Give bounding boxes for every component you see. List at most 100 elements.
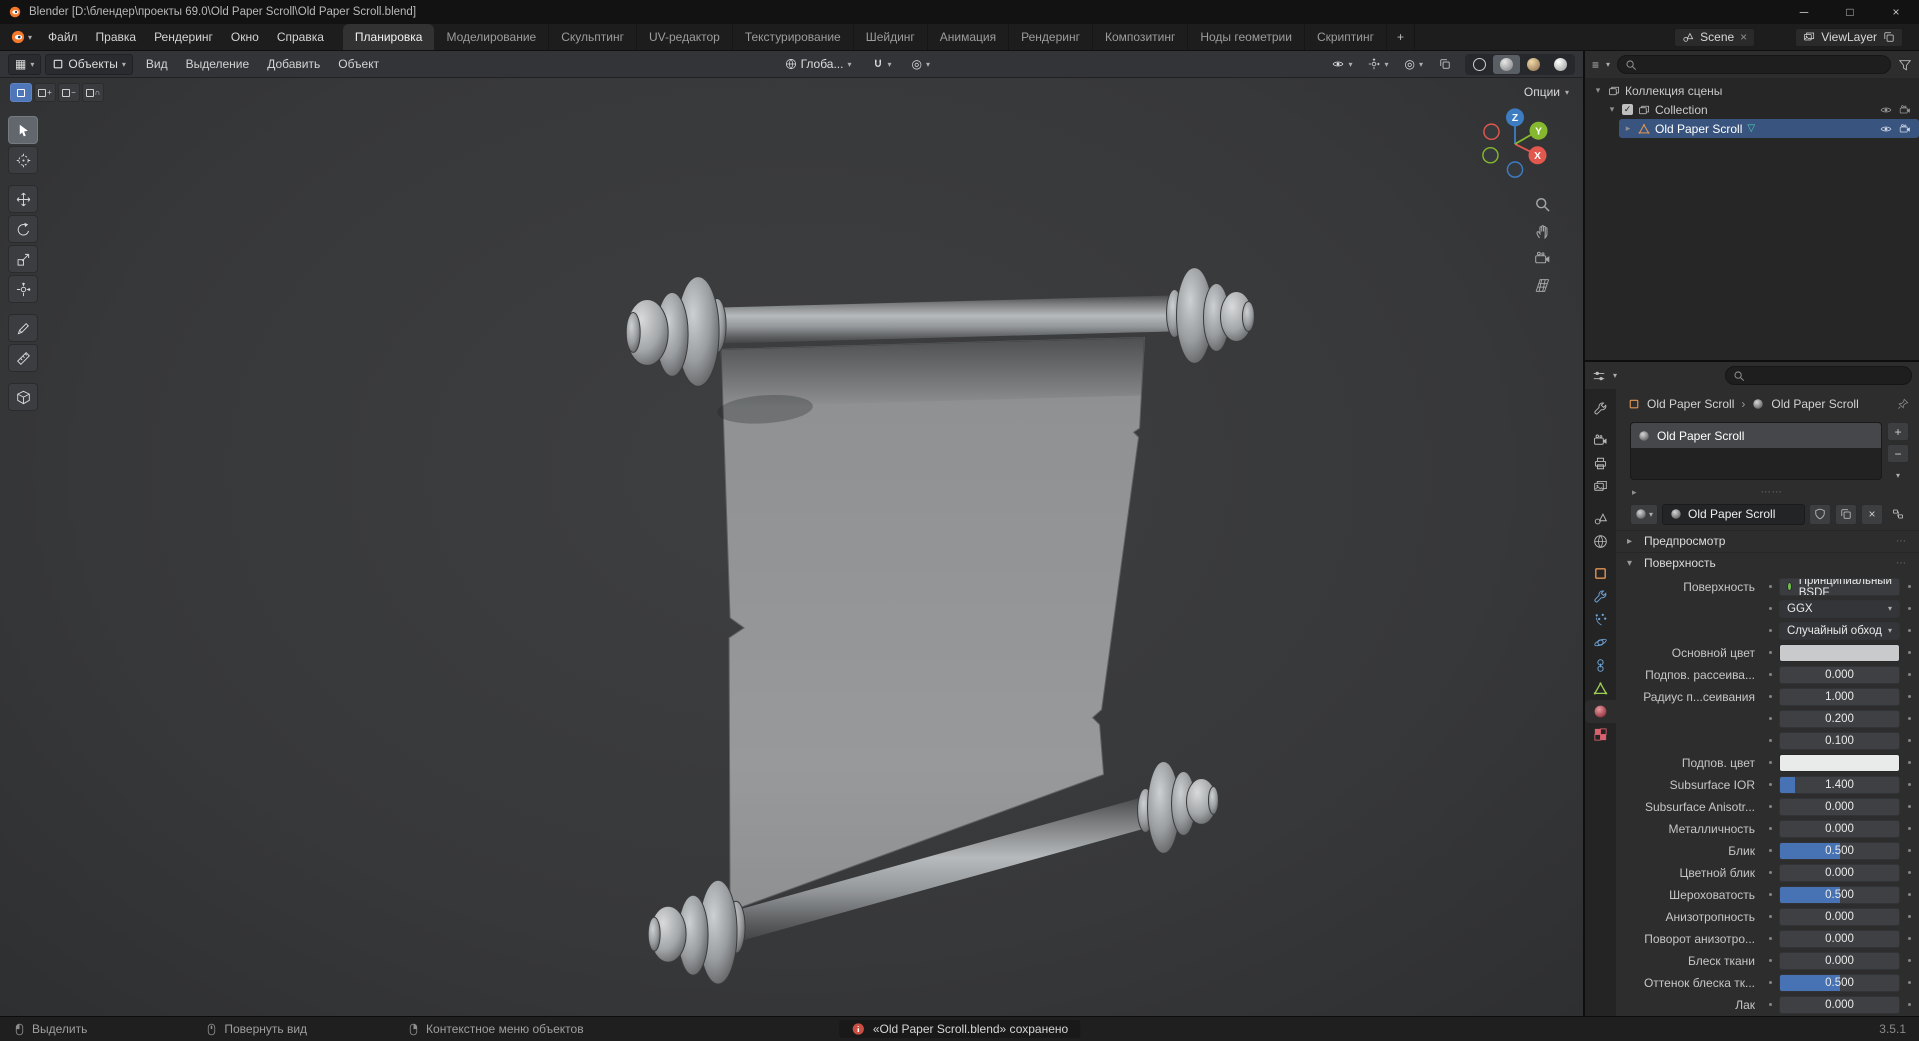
hide-eye-icon[interactable] — [1880, 123, 1892, 135]
number-field[interactable]: 0.500 — [1779, 841, 1900, 860]
pin-icon[interactable] — [1897, 398, 1909, 410]
animate-dot[interactable] — [1903, 1003, 1915, 1006]
number-field[interactable]: 0.000 — [1779, 819, 1900, 838]
material-name-field[interactable]: Old Paper Scroll — [1662, 503, 1805, 525]
material-slot-list[interactable]: Old Paper Scroll — [1630, 422, 1882, 480]
decorator-dot[interactable] — [1764, 783, 1776, 786]
decorator-dot[interactable] — [1764, 1003, 1776, 1006]
decorator-dot[interactable] — [1764, 673, 1776, 676]
outliner-row-scene-collection[interactable]: ▾ Коллекция сцены — [1585, 81, 1919, 100]
hide-eye-icon[interactable] — [1880, 104, 1892, 116]
properties-tab-tool[interactable] — [1585, 397, 1616, 420]
tool-rotate[interactable] — [8, 215, 38, 243]
pan-hand-icon[interactable] — [1534, 223, 1551, 240]
properties-editor-icon[interactable] — [1592, 369, 1606, 383]
decorator-dot[interactable] — [1764, 695, 1776, 698]
properties-tab-object[interactable] — [1585, 562, 1616, 585]
animate-dot[interactable] — [1903, 629, 1915, 632]
fake-user-button[interactable] — [1809, 503, 1831, 525]
select-mode-2[interactable]: − — [58, 83, 80, 102]
tool-annotate[interactable] — [8, 314, 38, 342]
workspace-tab[interactable]: Скриптинг — [1305, 24, 1387, 50]
camera-view-icon[interactable] — [1534, 250, 1551, 267]
animate-dot[interactable] — [1903, 893, 1915, 896]
number-field[interactable]: 0.000 — [1779, 929, 1900, 948]
shader-button[interactable]: Принципиальный BSDF — [1779, 577, 1900, 596]
animate-dot[interactable] — [1903, 585, 1915, 588]
viewport-menu[interactable]: Объект — [329, 57, 388, 71]
properties-tab-particles[interactable] — [1585, 608, 1616, 631]
shading-solid-button[interactable] — [1493, 54, 1520, 74]
disable-render-icon[interactable] — [1899, 123, 1911, 135]
outliner-editor-icon[interactable]: ≡ — [1592, 58, 1599, 72]
viewport-options-dropdown[interactable]: Опции ▾ — [1524, 85, 1569, 99]
gizmo-neg-y-handle[interactable] — [1482, 146, 1499, 164]
menu-item[interactable]: Файл — [39, 24, 87, 50]
minimize-button[interactable]: ─ — [1781, 0, 1827, 24]
properties-tab-data[interactable] — [1585, 677, 1616, 700]
navigation-gizmo[interactable]: Z Y X — [1471, 100, 1559, 188]
animate-dot[interactable] — [1903, 827, 1915, 830]
proportional-editing-toggle[interactable]: ◎ ▾ — [906, 54, 937, 75]
decorator-dot[interactable] — [1764, 629, 1776, 632]
toggle-xray-button[interactable] — [1433, 54, 1457, 75]
add-workspace-button[interactable]: + — [1387, 24, 1415, 50]
resize-grip-icon[interactable]: ⋯⋯ — [1761, 487, 1783, 498]
breadcrumb-material[interactable]: Old Paper Scroll — [1771, 397, 1858, 411]
tool-move[interactable] — [8, 185, 38, 213]
decorator-dot[interactable] — [1764, 739, 1776, 742]
workspace-tab[interactable]: Анимация — [928, 24, 1010, 50]
properties-tab-constraints[interactable] — [1585, 654, 1616, 677]
number-field[interactable]: 0.000 — [1779, 863, 1900, 882]
workspace-tab[interactable]: Ноды геометрии — [1188, 24, 1305, 50]
editor-type-button[interactable]: ▦ ▾ — [8, 53, 42, 75]
number-field[interactable]: 0.000 — [1779, 995, 1900, 1014]
browse-material-button[interactable]: ▾ — [1630, 503, 1659, 525]
slot-list-grip[interactable]: ▸ ⋯⋯ — [1616, 485, 1919, 499]
decorator-dot[interactable] — [1764, 651, 1776, 654]
properties-tab-material[interactable] — [1585, 700, 1616, 723]
animate-dot[interactable] — [1903, 871, 1915, 874]
add-slot-button[interactable]: + — [1887, 422, 1909, 441]
properties-tab-output[interactable] — [1585, 452, 1616, 475]
tool-transform[interactable] — [8, 275, 38, 303]
disable-render-icon[interactable] — [1899, 104, 1911, 116]
decorator-dot[interactable] — [1764, 849, 1776, 852]
menu-item[interactable]: Правка — [87, 24, 146, 50]
menu-item[interactable]: Окно — [222, 24, 268, 50]
remove-slot-button[interactable]: − — [1887, 444, 1909, 463]
properties-tab-texture[interactable] — [1585, 723, 1616, 746]
workspace-tab[interactable]: Моделирование — [434, 24, 550, 50]
properties-tab-view-layer[interactable] — [1585, 475, 1616, 498]
animate-dot[interactable] — [1903, 783, 1915, 786]
properties-search-input[interactable] — [1750, 368, 1904, 383]
color-swatch[interactable] — [1779, 753, 1900, 772]
tool-select-box[interactable] — [8, 116, 38, 144]
expand-icon[interactable]: ▸ — [1632, 487, 1637, 498]
properties-tab-render[interactable] — [1585, 429, 1616, 452]
select-mode-1[interactable]: + — [34, 83, 56, 102]
decorator-dot[interactable] — [1764, 871, 1776, 874]
menu-item[interactable]: Справка — [268, 24, 333, 50]
number-field[interactable]: 0.000 — [1779, 665, 1900, 684]
decorator-dot[interactable] — [1764, 607, 1776, 610]
animate-dot[interactable] — [1903, 695, 1915, 698]
workspace-tab[interactable]: Скульптинг — [549, 24, 637, 50]
animate-dot[interactable] — [1903, 849, 1915, 852]
unlink-scene-icon[interactable]: × — [1740, 30, 1747, 44]
animate-dot[interactable] — [1903, 805, 1915, 808]
decorator-dot[interactable] — [1764, 959, 1776, 962]
color-swatch[interactable] — [1779, 643, 1900, 662]
object-visibility-dropdown[interactable]: ▾ — [1326, 54, 1358, 75]
collection-checkbox[interactable]: ✓ — [1622, 104, 1633, 115]
properties-tab-physics[interactable] — [1585, 631, 1616, 654]
workspace-tab[interactable]: Планировка — [342, 24, 435, 50]
number-field[interactable]: 0.500 — [1779, 973, 1900, 992]
properties-tab-scene[interactable] — [1585, 507, 1616, 530]
select-mode-0[interactable] — [10, 83, 32, 102]
viewport-canvas[interactable]: + − ∩ Опции ▾ Z Y X — [0, 78, 1583, 1016]
animate-dot[interactable] — [1903, 959, 1915, 962]
properties-tab-modifiers[interactable] — [1585, 585, 1616, 608]
outliner-search[interactable] — [1617, 55, 1891, 74]
tool-measure[interactable] — [8, 344, 38, 372]
